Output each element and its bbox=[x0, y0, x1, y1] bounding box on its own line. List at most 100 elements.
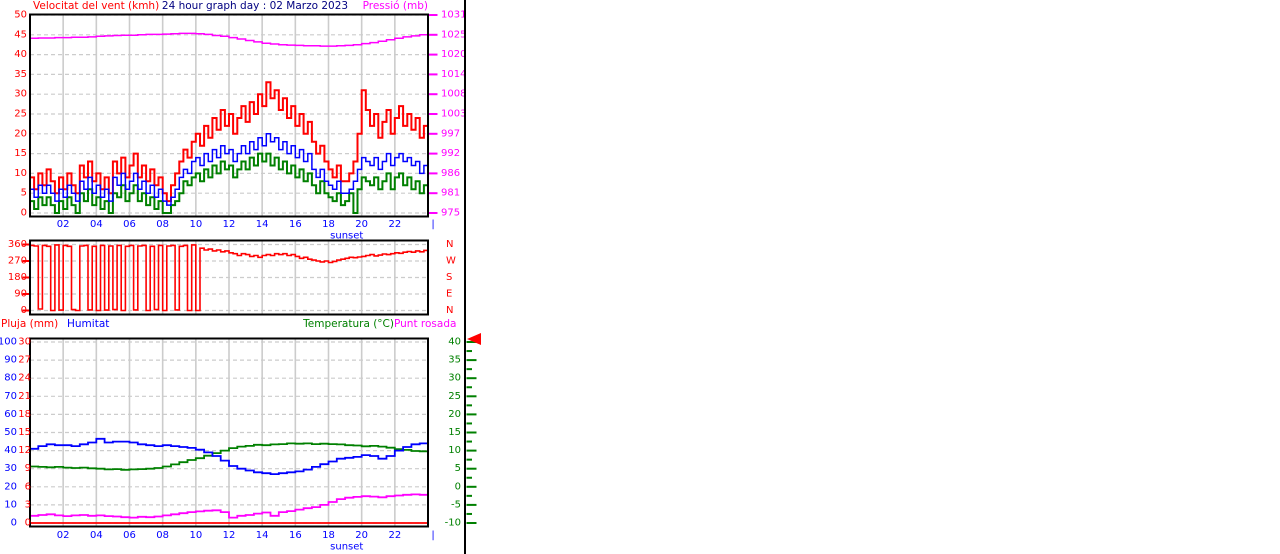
axis-label: 1020 bbox=[441, 49, 466, 60]
axis-label: 981 bbox=[441, 188, 460, 199]
axis-label: 80 bbox=[4, 373, 17, 384]
axis-rain: 302724211815129630 bbox=[18, 337, 31, 529]
axis-label: 10 bbox=[14, 168, 27, 179]
pressure-axis-title: Pressió (mb) bbox=[362, 0, 428, 12]
axis-label: 24 bbox=[18, 373, 31, 384]
axis-label: 15 bbox=[448, 427, 461, 438]
axis-label: 18 bbox=[18, 409, 31, 420]
axis-pressure: 1031 1025 1020 1014 1008 1003 997 992 986 981 975 bbox=[429, 10, 466, 219]
graph-title: 24 hour graph day : 02 Marzo 2023 bbox=[161, 0, 349, 12]
axis-label: 0 bbox=[11, 518, 17, 529]
axis-label: W bbox=[446, 256, 456, 267]
axis-label: 1031 bbox=[441, 10, 466, 21]
weather-24h-graph-screen: 50 45 40 35 30 25 20 15 10 5 0 1031 1025 1020 1014 1008… bbox=[0, 0, 1280, 554]
axis-label: 20 bbox=[448, 409, 461, 420]
axis-direction: 360270180900 bbox=[8, 239, 29, 316]
dir-chart: 360270180900NWSEN bbox=[8, 239, 456, 316]
axis-label: 5 bbox=[21, 188, 27, 199]
met-chart: 1009080706050403020100302724211815129630… bbox=[0, 337, 477, 529]
x-axis-label: 02 bbox=[57, 219, 70, 230]
axis-label: 50 bbox=[14, 10, 27, 21]
axis-label: 100 bbox=[0, 337, 17, 348]
x-axis-label: 20 bbox=[355, 530, 368, 541]
axis-label: S bbox=[446, 272, 452, 283]
axis-label: 30 bbox=[448, 373, 461, 384]
axis-label: 10 bbox=[448, 445, 461, 456]
x-axis-label: 18 bbox=[322, 530, 335, 541]
axis-label: 15 bbox=[14, 148, 27, 159]
x-axis-label: 16 bbox=[289, 530, 302, 541]
end-of-day-tick: | bbox=[431, 530, 434, 541]
x-axis-label: 10 bbox=[189, 530, 202, 541]
axis-label: 30 bbox=[14, 89, 27, 100]
axis-label: 40 bbox=[14, 49, 27, 60]
axis-label: -10 bbox=[445, 518, 461, 529]
axis-label: 15 bbox=[18, 427, 31, 438]
x-axis-label: 22 bbox=[388, 530, 401, 541]
temperature-axis-line bbox=[464, 0, 466, 554]
axis-label: 1025 bbox=[441, 29, 466, 40]
axis-label: 986 bbox=[441, 168, 460, 179]
axis-label: 975 bbox=[441, 208, 460, 219]
x-axis-label: 04 bbox=[90, 530, 103, 541]
axis-label: 35 bbox=[448, 355, 461, 366]
axis-label: 1008 bbox=[441, 89, 466, 100]
dewpoint-axis-title: Punt rosada bbox=[394, 318, 457, 330]
axis-label: 9 bbox=[25, 463, 31, 474]
axis-label: 992 bbox=[441, 148, 460, 159]
x-axis-label: 08 bbox=[156, 219, 169, 230]
axis-label: 90 bbox=[4, 355, 17, 366]
axis-label: 50 bbox=[4, 427, 17, 438]
axis-label: 30 bbox=[4, 463, 17, 474]
axis-label: 35 bbox=[14, 69, 27, 80]
axis-label: 27 bbox=[18, 355, 31, 366]
axis-label: 6 bbox=[25, 481, 31, 492]
axis-label: 0 bbox=[25, 518, 31, 529]
marker-flag-icon bbox=[467, 333, 481, 345]
x-axis-label: 14 bbox=[256, 530, 269, 541]
axis-label: 21 bbox=[18, 391, 31, 402]
axis-label: 1014 bbox=[441, 69, 466, 80]
axis-label: 0 bbox=[21, 208, 27, 219]
wind-axis-title: Velocitat del vent (kmh) bbox=[33, 0, 160, 12]
axis-label: N bbox=[446, 305, 453, 316]
sunset-label: sunset bbox=[330, 542, 363, 553]
axis-label: 45 bbox=[14, 29, 27, 40]
x-axis-label: 12 bbox=[223, 219, 236, 230]
x-axis-label: 06 bbox=[123, 219, 136, 230]
axis-humidity: 1009080706050403020100 bbox=[0, 337, 17, 529]
x-axis-label: 08 bbox=[156, 530, 169, 541]
x-axis-label: 02 bbox=[57, 530, 70, 541]
x-axis-label: 10 bbox=[189, 219, 202, 230]
axis-label: E bbox=[446, 289, 452, 300]
x-axis-label: 22 bbox=[388, 219, 401, 230]
axis-label: 30 bbox=[18, 337, 31, 348]
sunset-label: sunset bbox=[330, 231, 363, 242]
axis-label: 40 bbox=[448, 337, 461, 348]
axis-label: 40 bbox=[4, 445, 17, 456]
x-axis-label: 14 bbox=[256, 219, 269, 230]
end-of-day-tick: | bbox=[431, 219, 434, 230]
axis-label: 0 bbox=[455, 481, 461, 492]
axis-label: 60 bbox=[4, 409, 17, 420]
axis-wind: 50454035302520151050 bbox=[14, 10, 27, 219]
x-axis-label: 12 bbox=[223, 530, 236, 541]
axis-label: 70 bbox=[4, 391, 17, 402]
x-axis-label: 20 bbox=[355, 219, 368, 230]
axis-label: 20 bbox=[14, 128, 27, 139]
x-axis-label: 16 bbox=[289, 219, 302, 230]
x-axis-labels: 02 04 06 08 10 12 14 16 18 20 22 sunset | bbox=[57, 530, 435, 553]
x-axis-labels: 02 04 06 08 10 12 14 16 18 20 22 sunset | bbox=[57, 219, 435, 242]
wind-chart: 5045403530252015105010311025102010141008… bbox=[14, 10, 466, 219]
axis-label: 12 bbox=[18, 445, 31, 456]
axis-label: 25 bbox=[14, 109, 27, 120]
axis-label: 5 bbox=[455, 463, 461, 474]
axis-label: N bbox=[446, 239, 453, 250]
rain-axis-title: Pluja (mm) bbox=[1, 318, 59, 330]
charts-canvas: 5045403530252015105010311025102010141008… bbox=[0, 10, 477, 553]
x-axis-label: 04 bbox=[90, 219, 103, 230]
axis-label: 10 bbox=[4, 499, 17, 510]
axis-label: 3 bbox=[25, 499, 31, 510]
axis-label: 1003 bbox=[441, 109, 466, 120]
temperature-axis-title: Temperatura (°C) bbox=[303, 318, 394, 330]
